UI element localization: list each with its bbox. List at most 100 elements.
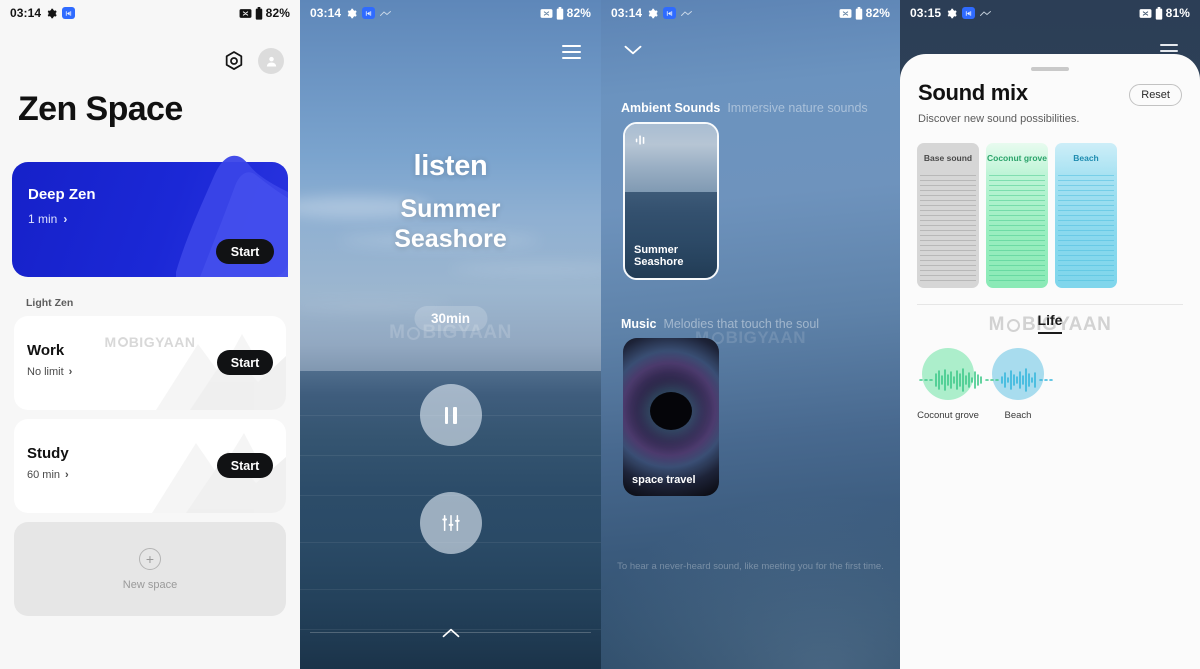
gear-icon <box>947 8 957 18</box>
status-bar-left: 03:14 <box>611 6 693 20</box>
mix-visualization: Coconut grove Beach <box>900 348 1200 424</box>
avatar[interactable] <box>258 48 284 74</box>
screenshot-stage: 03:14 82% Zen Space Deep Zen 1 min › Sta… <box>0 0 1200 669</box>
battery-percent: 82% <box>865 6 890 20</box>
gear-icon <box>648 8 658 18</box>
sheet-divider <box>917 304 1183 305</box>
sound-card-summer-seashore[interactable]: Summer Seashore <box>623 122 719 280</box>
space-card-deep-zen[interactable]: Deep Zen 1 min › Start <box>12 155 288 277</box>
dnd-badge-icon <box>962 7 976 19</box>
battery-percent: 82% <box>265 6 290 20</box>
battery-icon <box>556 6 563 20</box>
mute-icon <box>1139 8 1152 18</box>
track-title-line-2: Seashore <box>394 225 507 253</box>
status-bar-left: 03:15 <box>910 6 992 20</box>
section-title: Music <box>621 317 657 331</box>
signal-wave-icon <box>380 10 392 16</box>
space-card-work[interactable]: Work No limit › Start M BIGYAAN <box>14 316 286 410</box>
space-duration-value: 1 min <box>28 212 58 226</box>
hex-gear-icon[interactable] <box>223 50 245 72</box>
player-eyebrow: listen <box>413 150 488 182</box>
status-bar-player: 03:14 82% <box>300 0 601 26</box>
tab-life[interactable]: Life <box>1037 312 1063 334</box>
section-title: Ambient Sounds <box>621 101 721 115</box>
plus-icon: + <box>139 547 161 570</box>
space-duration: 1 min › <box>28 212 67 226</box>
panel-browse: 03:14 82% Ambient Sounds Immersive natur… <box>601 0 900 669</box>
chevron-right-icon: › <box>63 212 68 226</box>
pause-icon <box>444 406 457 424</box>
chevron-up-icon[interactable] <box>441 627 461 639</box>
status-bar-right: 82% <box>239 6 290 20</box>
track-title-line-1: Summer <box>400 195 501 223</box>
space-name: Study <box>27 445 69 462</box>
mixer-slider-base-sound[interactable]: Base sound <box>917 143 979 288</box>
mixer-label: Beach <box>1073 153 1099 163</box>
space-card-study[interactable]: Study 60 min › Start <box>14 419 286 513</box>
mute-icon <box>239 8 252 18</box>
status-bar-right: 82% <box>839 6 890 20</box>
duration-chip[interactable]: 30min <box>413 306 488 331</box>
mixer-label: Coconut grove <box>987 153 1047 163</box>
hamburger-icon[interactable] <box>562 45 581 59</box>
sheet-drag-handle[interactable] <box>1031 67 1069 71</box>
player-background <box>300 0 601 669</box>
start-button-deep-zen[interactable]: Start <box>216 239 274 264</box>
gear-icon <box>47 8 57 18</box>
equalizer-icon <box>441 514 460 532</box>
panel-home: 03:14 82% Zen Space Deep Zen 1 min › Sta… <box>0 0 300 669</box>
thumbnail-core <box>650 391 692 430</box>
mixer-level-lines <box>1058 175 1114 283</box>
sound-card-space-travel[interactable]: space travel <box>623 338 719 496</box>
sheet-title: Sound mix <box>918 80 1028 105</box>
section-header-ambient: Ambient Sounds Immersive nature sounds <box>621 101 868 115</box>
mixer-slider-beach[interactable]: Beach <box>1055 143 1117 288</box>
mixer-level-lines <box>989 175 1045 283</box>
mixer-button[interactable] <box>419 492 482 554</box>
section-subtitle: Melodies that touch the soul <box>663 317 820 331</box>
status-time: 03:14 <box>611 6 643 20</box>
sound-card-label: space travel <box>632 474 696 486</box>
space-duration: No limit › <box>27 366 72 378</box>
mixer-columns: Base sound Coconut grove Beach <box>917 143 1117 288</box>
space-name: Work <box>27 342 65 359</box>
chevron-right-icon: › <box>65 469 69 481</box>
mixer-slider-coconut-grove[interactable]: Coconut grove <box>986 143 1048 288</box>
battery-percent: 82% <box>566 6 591 20</box>
start-button-study[interactable]: Start <box>217 453 273 478</box>
reset-button[interactable]: Reset <box>1129 84 1182 106</box>
hamburger-bar <box>562 45 581 47</box>
status-time: 03:15 <box>910 6 942 20</box>
mute-icon <box>540 8 553 18</box>
status-bar-right: 82% <box>540 6 591 20</box>
playing-equalizer-icon <box>635 135 645 145</box>
hamburger-bar <box>562 57 581 59</box>
home-header-actions <box>223 48 284 74</box>
sheet-tabs: Life <box>900 312 1200 334</box>
battery-icon <box>1155 6 1162 20</box>
avatar-icon <box>266 56 276 66</box>
new-space-button[interactable]: + New space <box>14 522 286 616</box>
waveform-icon <box>919 368 1053 392</box>
sound-card-label: Summer Seashore <box>634 244 684 268</box>
status-time: 03:14 <box>10 6 42 20</box>
player-track-title: Summer Seashore <box>300 194 601 254</box>
new-space-label: New space <box>122 578 178 591</box>
status-bar-left: 03:14 <box>310 6 392 20</box>
status-bar-left: 03:14 <box>10 6 76 20</box>
battery-icon <box>255 6 262 20</box>
thumbnail-artwork <box>623 338 719 496</box>
start-button-work[interactable]: Start <box>217 350 273 375</box>
pause-button[interactable] <box>419 384 482 446</box>
chevron-down-icon[interactable] <box>623 44 643 56</box>
space-name: Deep Zen <box>28 186 96 203</box>
watermark-ring <box>117 337 128 347</box>
status-bar-sound-mix: 03:15 81% <box>900 0 1200 26</box>
gear-icon <box>347 8 357 18</box>
panel-player: 03:14 82% listen Summer Seashore 30min <box>300 0 601 669</box>
mix-label-beach: Beach <box>1004 410 1032 421</box>
footer-quote: To hear a never-heard sound, like meetin… <box>617 561 884 572</box>
battery-icon <box>855 6 862 20</box>
hamburger-bar <box>1160 50 1178 52</box>
signal-wave-icon <box>980 10 992 16</box>
